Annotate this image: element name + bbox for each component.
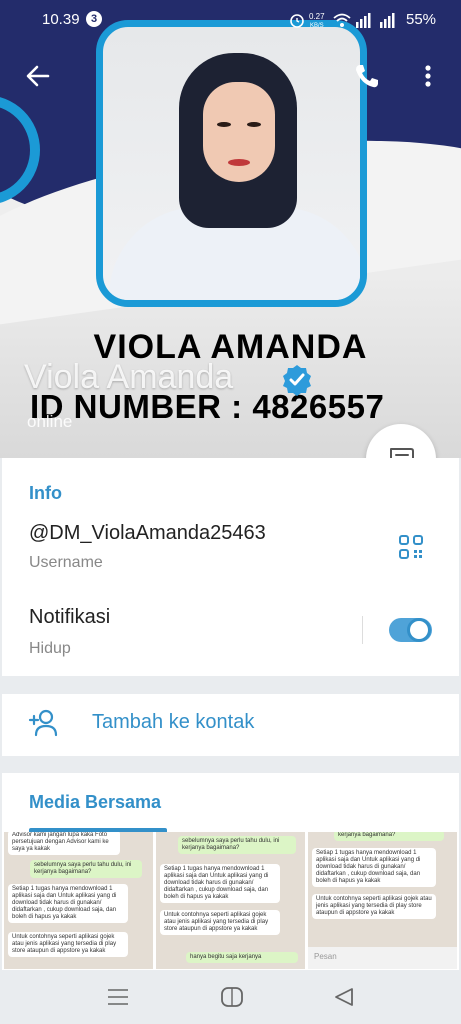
profile-header: VIOLA AMANDA ID NUMBER : 4826557 Viola A… bbox=[0, 0, 461, 458]
network-speed: 0.27 bbox=[309, 12, 325, 21]
notification-count-badge: 3 bbox=[86, 11, 102, 27]
thumb1-msg-3: Setiap 1 tugas hanya mendownload 1 aplik… bbox=[8, 884, 128, 923]
thumb1-msg-2: sebelumnya saya perlu tahu dulu, ini ker… bbox=[30, 860, 142, 878]
photo-lips bbox=[228, 159, 250, 166]
battery-level: 55% bbox=[406, 11, 437, 28]
thumb3-msg-2: Setiap 1 tugas hanya mendownload 1 aplik… bbox=[312, 848, 436, 887]
thumb2-msg-2: Setiap 1 tugas hanya mendownload 1 aplik… bbox=[160, 864, 280, 903]
thumb1-msg-4: Untuk contohnya seperti aplikasi gojek a… bbox=[8, 932, 128, 957]
back-nav-icon[interactable] bbox=[332, 986, 356, 1008]
verified-badge-icon bbox=[283, 365, 311, 396]
media-thumbnail-1[interactable]: Advisor kami jangan lupa kaka Foto perse… bbox=[4, 832, 153, 969]
thumb2-msg-1: sebelumnya saya perlu tahu dulu, ini ker… bbox=[178, 836, 296, 854]
status-time: 10.39 bbox=[42, 11, 80, 28]
phone-call-icon[interactable] bbox=[353, 62, 381, 90]
home-icon[interactable] bbox=[220, 986, 244, 1008]
alarm-icon bbox=[290, 14, 304, 28]
username-label: Username bbox=[29, 554, 103, 571]
display-name: Viola Amanda bbox=[24, 358, 234, 396]
toggle-divider bbox=[362, 616, 363, 644]
notification-state: Hidup bbox=[29, 640, 71, 657]
add-contact-label[interactable]: Tambah ke kontak bbox=[92, 711, 254, 734]
network-unit: KB/S bbox=[310, 23, 324, 29]
status-bar: 10.39 3 0.27 KB/S 55% bbox=[0, 0, 461, 40]
media-thumbnail-3[interactable]: kerjanya bagaimana? Setiap 1 tugas hanya… bbox=[308, 832, 457, 969]
media-thumbnail-2[interactable]: sebelumnya saya perlu tahu dulu, ini ker… bbox=[156, 832, 305, 969]
qr-code-icon[interactable] bbox=[398, 534, 424, 560]
username-value[interactable]: @DM_ViolaAmanda25463 bbox=[29, 522, 266, 545]
photo-eye-right bbox=[247, 122, 261, 127]
thumb3-msg-3: Untuk contohnya seperti aplikasi gojek a… bbox=[312, 894, 436, 919]
thumb2-msg-4: hanya begitu saja kerjanya bbox=[186, 952, 298, 963]
signal-icon-1 bbox=[356, 13, 371, 28]
toggle-knob bbox=[407, 618, 431, 642]
signal-icon-2 bbox=[380, 13, 395, 28]
status-icons: 0.27 KB/S bbox=[290, 12, 395, 29]
add-person-icon bbox=[28, 709, 58, 737]
info-section-title: Info bbox=[29, 483, 62, 503]
thumb3-input-placeholder: Pesan bbox=[314, 952, 337, 961]
more-options-icon[interactable] bbox=[418, 62, 438, 90]
profile-photo[interactable] bbox=[96, 20, 367, 307]
notification-toggle[interactable] bbox=[389, 618, 432, 642]
thumb1-msg-1: Advisor kami jangan lupa kaka Foto perse… bbox=[8, 832, 120, 855]
back-arrow-icon[interactable] bbox=[24, 62, 52, 90]
thumb3-msg-1: kerjanya bagaimana? bbox=[334, 832, 444, 841]
wifi-icon bbox=[333, 13, 351, 27]
notification-label: Notifikasi bbox=[29, 606, 111, 628]
recent-apps-icon[interactable] bbox=[106, 987, 130, 1007]
photo-face bbox=[203, 82, 275, 182]
photo-eye-left bbox=[217, 122, 231, 127]
media-tab-title[interactable]: Media Bersama bbox=[29, 792, 161, 813]
presence-status: online bbox=[27, 412, 73, 431]
thumb3-input-bar: Pesan bbox=[308, 947, 457, 969]
thumb2-msg-3: Untuk contohnya seperti aplikasi gojek a… bbox=[160, 910, 280, 935]
